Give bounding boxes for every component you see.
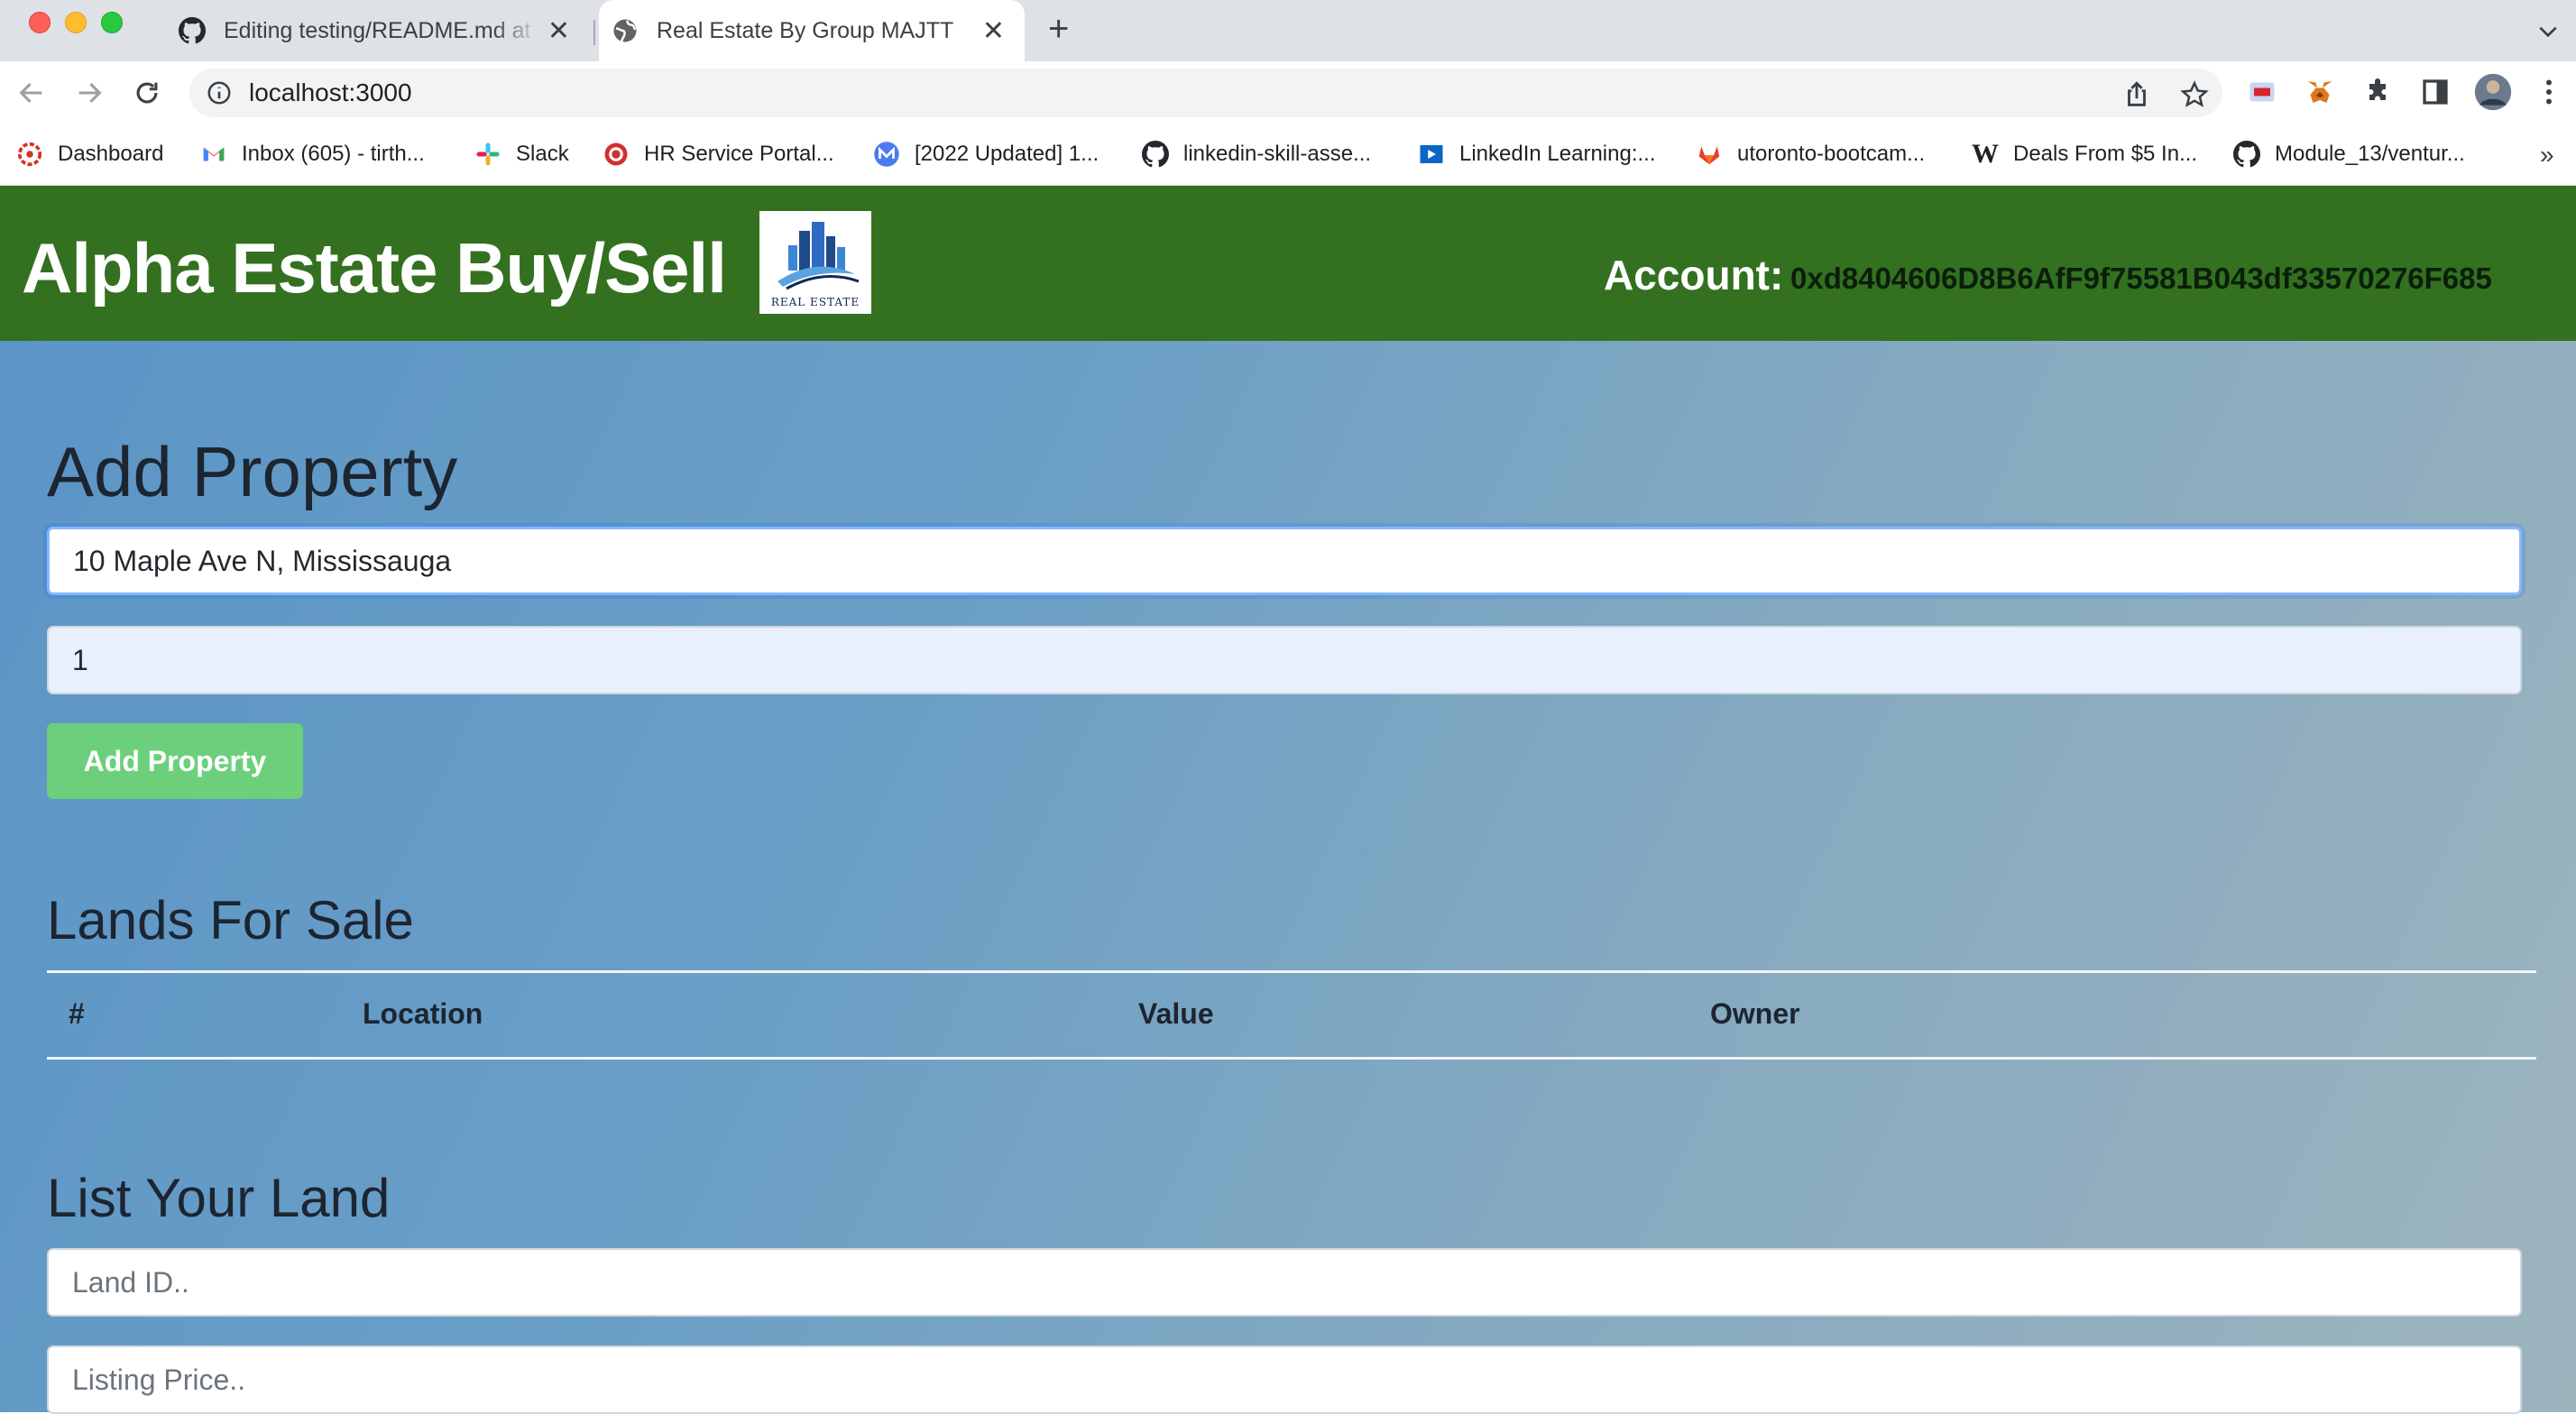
tab-separator [593,20,595,45]
value-input[interactable]: 1 [47,626,2522,694]
w-icon: W [1972,139,1999,169]
bookmark-label: Module_13/ventur... [2275,142,2465,166]
bookmark-linkedin-learning[interactable]: LinkedIn Learning:... [1418,141,1656,168]
m-icon [873,141,900,168]
bookmark-label: utoronto-bootcam... [1737,142,1926,166]
column-header-location: Location [363,997,483,1030]
bookmark-label: Deals From $5 In... [2013,142,2198,166]
listing-price-input[interactable]: Listing Price.. [47,1345,2522,1414]
close-icon[interactable]: ✕ [547,15,570,47]
browser-toolbar: localhost:3000 [0,61,2576,124]
bookmark-label: linkedin-skill-asse... [1183,142,1372,166]
tab-editing-readme[interactable]: Editing testing/README.md at ✕ [166,0,590,61]
bookmark-hr-portal[interactable]: HR Service Portal... [603,141,834,168]
column-header-number: # [69,997,85,1030]
slack-icon [474,141,501,168]
more-bookmarks-icon[interactable]: » [2540,141,2554,170]
logo-text: REAL ESTATE [770,296,860,308]
dashboard-icon [16,141,43,168]
side-panel-icon[interactable] [2419,76,2452,108]
url-text: localhost:3000 [249,78,412,106]
maximize-window-button[interactable] [101,12,123,33]
table-header-divider [47,1057,2536,1060]
forward-arrow-icon[interactable] [74,78,105,108]
minimize-window-button[interactable] [65,12,87,33]
column-header-owner: Owner [1710,997,1800,1030]
github-icon [179,17,206,44]
gitlab-icon [1696,141,1723,168]
bookmark-module13[interactable]: Module_13/ventur... [2233,141,2465,168]
puzzle-icon[interactable] [2361,76,2394,108]
bookmark-deals[interactable]: W Deals From $5 In... [1972,141,2197,168]
star-icon[interactable] [2179,79,2210,110]
bookmark-dashboard[interactable]: Dashboard [16,141,163,168]
add-property-heading: Add Property [47,432,458,511]
browser-tab-bar: Editing testing/README.md at ✕ Real Esta… [0,0,2576,61]
listing-price-placeholder: Listing Price.. [72,1363,246,1396]
column-header-value: Value [1138,997,1214,1030]
value-input-value: 1 [72,643,88,676]
bookmark-label: LinkedIn Learning:... [1459,142,1656,166]
back-arrow-icon[interactable] [16,78,47,108]
bookmark-linkedin-skill[interactable]: linkedin-skill-asse... [1142,141,1371,168]
metamask-icon[interactable] [2304,76,2336,108]
bookmark-label: HR Service Portal... [644,142,834,166]
real-estate-logo: REAL ESTATE [759,211,871,314]
main-content: Add Property 10 Maple Ave N, Mississauga… [0,341,2576,1414]
profile-avatar[interactable] [2473,72,2513,112]
lands-for-sale-heading: Lands For Sale [47,890,414,950]
tab-real-estate[interactable]: Real Estate By Group MAJTT ✕ [599,0,1025,61]
location-input[interactable]: 10 Maple Ave N, Mississauga [47,527,2522,595]
close-icon[interactable]: ✕ [982,15,1005,47]
hr-portal-icon [603,141,630,168]
linkedin-learning-icon [1418,141,1445,168]
bookmark-label: Dashboard [58,142,164,166]
bookmark-utoronto[interactable]: utoronto-bootcam... [1696,141,1925,168]
bookmark-label: Inbox (605) - tirth... [242,142,425,166]
close-window-button[interactable] [29,12,51,33]
app-header: Alpha Estate Buy/Sell REAL ESTATE Accoun… [0,186,2576,341]
table-top-divider [47,970,2536,973]
list-your-land-heading: List Your Land [47,1168,391,1228]
bookmark-label: Slack [516,142,569,166]
bookmark-inbox[interactable]: Inbox (605) - tirth... [200,141,425,168]
github-icon [2233,141,2260,168]
tab-title: Editing testing/README.md at [224,17,531,43]
tab-title: Real Estate By Group MAJTT [657,17,954,43]
bookmark-2022-updated[interactable]: [2022 Updated] 1... [873,141,1099,168]
globe-icon [612,17,639,44]
chevron-down-icon[interactable] [2536,20,2560,48]
app-title: Alpha Estate Buy/Sell [22,228,727,308]
share-icon[interactable] [2121,79,2152,110]
new-tab-icon[interactable]: + [1048,11,1069,47]
land-id-placeholder: Land ID.. [72,1265,189,1299]
reload-icon[interactable] [132,78,162,108]
bookmark-slack[interactable]: Slack [474,141,569,168]
info-icon[interactable] [206,79,233,106]
add-property-button[interactable]: Add Property [47,723,303,799]
extension-icon[interactable] [2246,76,2278,108]
bookmark-label: [2022 Updated] 1... [915,142,1099,166]
kebab-menu-icon[interactable] [2533,76,2565,108]
account-address: 0xd8404606D8B6AfF9f75581B043df33570276F6… [1790,262,2492,295]
location-input-value: 10 Maple Ave N, Mississauga [73,544,452,577]
gmail-icon [200,141,227,168]
land-id-input[interactable]: Land ID.. [47,1248,2522,1317]
github-icon [1142,141,1169,168]
account-label: Account: [1604,252,1784,298]
address-bar[interactable]: localhost:3000 [189,69,2222,117]
bookmarks-bar: Dashboard Inbox (605) - tirth... Slack H… [0,124,2576,186]
